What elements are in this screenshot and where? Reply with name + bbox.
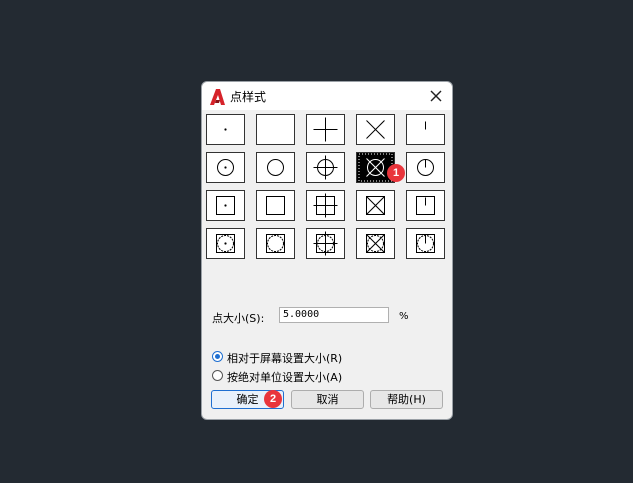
point-style-plus[interactable] [306, 114, 345, 145]
point-style-circle-plus[interactable] [306, 152, 345, 183]
point-style-square-circle-dot[interactable] [206, 228, 245, 259]
point-style-square-circle-cross[interactable] [356, 228, 395, 259]
title-bar: 点样式 [202, 82, 452, 110]
point-none-icon [257, 115, 294, 144]
point-square-circle-tick-icon [416, 234, 435, 253]
point-size-input[interactable]: 5.0000 [279, 307, 389, 323]
point-square-circle-plus-icon [313, 231, 338, 256]
point-style-tick[interactable] [406, 114, 445, 145]
point-circle-dot-icon [217, 159, 234, 176]
point-size-label: 点大小(S): [212, 312, 265, 325]
point-square-circle-dot-icon [216, 234, 235, 253]
point-style-square[interactable] [256, 190, 295, 221]
point-tick-icon [425, 121, 426, 130]
point-style-square-dot[interactable] [206, 190, 245, 221]
point-square-tick-icon [416, 196, 435, 215]
point-style-dot[interactable] [206, 114, 245, 145]
point-dot-icon [224, 128, 227, 131]
radio-relative-dot[interactable] [212, 351, 223, 362]
percent-label: % [399, 311, 409, 322]
point-circle-tick-icon [417, 159, 434, 176]
radio-absolute-label: 按绝对单位设置大小(A) [227, 371, 343, 384]
point-plus-icon [313, 117, 338, 142]
step-badge-2: 2 [264, 390, 282, 408]
point-style-circle-tick[interactable] [406, 152, 445, 183]
step-badge-1: 1 [387, 164, 405, 182]
point-style-square-circle-plus[interactable] [306, 228, 345, 259]
point-circle-plus-icon [313, 155, 338, 180]
point-style-square-cross[interactable] [356, 190, 395, 221]
point-style-none[interactable] [256, 114, 295, 145]
cancel-button[interactable]: 取消 [291, 390, 364, 409]
radio-absolute-units[interactable]: 按绝对单位设置大小(A) [212, 369, 362, 384]
radio-absolute-dot[interactable] [212, 370, 223, 381]
radio-relative-to-screen[interactable]: 相对于屏幕设置大小(R) [212, 350, 362, 365]
point-style-circle[interactable] [256, 152, 295, 183]
point-square-cross-icon [366, 196, 385, 215]
autocad-logo-icon [210, 89, 225, 105]
point-cross-icon [366, 120, 385, 139]
point-square-icon [266, 196, 285, 215]
point-style-square-tick[interactable] [406, 190, 445, 221]
point-circle-icon [267, 159, 284, 176]
point-style-square-circle-tick[interactable] [406, 228, 445, 259]
close-icon[interactable] [426, 86, 446, 106]
point-square-dot-icon [216, 196, 235, 215]
dialog-title: 点样式 [230, 90, 267, 104]
point-style-square-plus[interactable] [306, 190, 345, 221]
point-square-circle-icon [266, 234, 285, 253]
radio-relative-label: 相对于屏幕设置大小(R) [227, 352, 343, 365]
point-style-grid [206, 114, 450, 264]
point-style-circle-dot[interactable] [206, 152, 245, 183]
point-square-circle-cross-icon [366, 234, 385, 253]
point-style-dialog: 点样式 1 点大小(S): 5.0000 % 相对于屏幕设置大小(R) 按绝对单… [201, 81, 453, 420]
point-style-square-circle[interactable] [256, 228, 295, 259]
help-button[interactable]: 帮助(H) [370, 390, 443, 409]
point-style-cross[interactable] [356, 114, 395, 145]
point-square-plus-icon [313, 193, 338, 218]
